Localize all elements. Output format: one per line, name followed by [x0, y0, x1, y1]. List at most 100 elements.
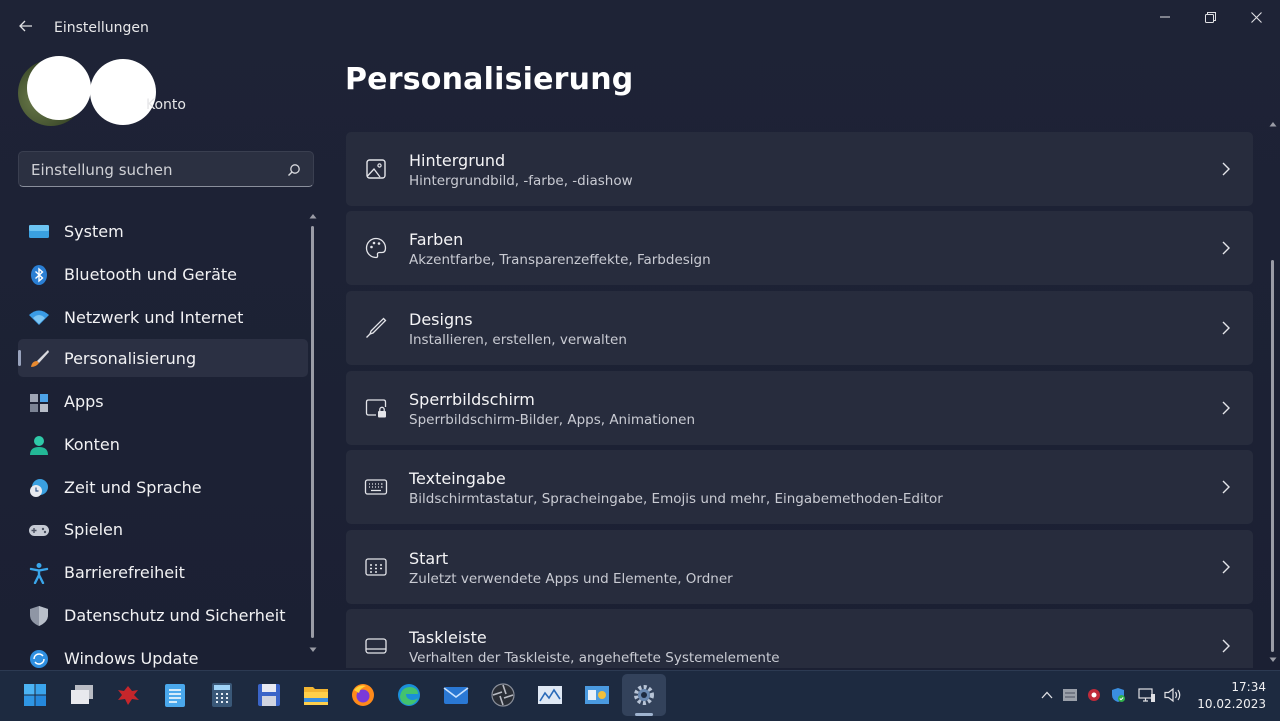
card-designs[interactable]: Designs Installieren, erstellen, verwalt… — [346, 291, 1253, 365]
active-indicator — [18, 350, 21, 366]
scroll-down-icon[interactable] — [309, 646, 317, 654]
sidebar-item-windows-update[interactable]: Windows Update — [18, 639, 308, 670]
tray-app-1[interactable] — [1060, 685, 1080, 705]
restore-button[interactable] — [1187, 2, 1233, 32]
scroll-up-icon[interactable] — [1269, 120, 1277, 128]
taskbar-file-explorer[interactable] — [302, 681, 330, 709]
card-background[interactable]: Hintergrund Hintergrundbild, -farbe, -di… — [346, 132, 1253, 206]
mail-icon — [443, 687, 469, 704]
sidebar-item-label: Datenschutz und Sicherheit — [64, 606, 286, 625]
taskbar-clock[interactable]: 17:34 10.02.2023 — [1196, 679, 1266, 713]
sidebar-item-personalization[interactable]: Personalisierung — [18, 339, 308, 377]
sidebar-item-label: System — [64, 222, 124, 241]
arrow-left-icon — [19, 20, 32, 32]
accessibility-icon — [29, 563, 49, 584]
card-subtitle: Akzentfarbe, Transparenzeffekte, Farbdes… — [409, 252, 711, 268]
apps-icon — [30, 394, 48, 412]
taskbar-app-4[interactable] — [583, 681, 611, 709]
taskbar-notepad[interactable] — [161, 681, 189, 709]
sidebar-item-apps[interactable]: Apps — [18, 382, 308, 420]
sidebar-item-privacy[interactable]: Datenschutz und Sicherheit — [18, 596, 308, 634]
taskbar-settings[interactable] — [630, 681, 658, 709]
tray-volume[interactable] — [1163, 685, 1183, 705]
taskbar-edge[interactable] — [395, 681, 423, 709]
sidebar-item-label: Windows Update — [64, 649, 199, 668]
search-icon[interactable] — [287, 163, 301, 177]
lock-screen-icon — [365, 399, 387, 418]
minimize-button[interactable] — [1142, 2, 1188, 32]
sidebar-item-label: Zeit und Sprache — [64, 478, 202, 497]
start-button[interactable] — [21, 681, 49, 709]
calculator-icon — [212, 683, 232, 707]
start-icon — [365, 558, 387, 576]
scroll-thumb[interactable] — [1271, 260, 1274, 652]
tray-overflow-button[interactable] — [1037, 685, 1057, 705]
card-subtitle: Verhalten der Taskleiste, angeheftete Sy… — [409, 650, 780, 666]
close-icon — [1250, 11, 1262, 23]
shield-check-icon — [1112, 688, 1125, 702]
sidebar-item-network[interactable]: Netzwerk und Internet — [18, 298, 308, 336]
card-subtitle: Sperrbildschirm-Bilder, Apps, Animatione… — [409, 412, 696, 428]
edge-icon — [398, 684, 420, 706]
red-bug-icon — [118, 686, 139, 705]
palette-icon — [365, 237, 387, 259]
taskbar-app-3[interactable] — [536, 681, 564, 709]
tray-security[interactable] — [1108, 685, 1128, 705]
main-scrollbar[interactable] — [1268, 120, 1278, 668]
search-input[interactable] — [29, 152, 283, 188]
chevron-right-icon — [1222, 639, 1230, 653]
sidebar-item-accounts[interactable]: Konten — [18, 425, 308, 463]
taskbar-app-2[interactable] — [489, 681, 517, 709]
server-icon — [1063, 689, 1077, 701]
task-view-icon — [71, 685, 93, 704]
taskbar-mail[interactable] — [442, 681, 470, 709]
sidebar-scrollbar[interactable] — [309, 212, 317, 660]
scroll-down-icon[interactable] — [1269, 656, 1277, 664]
gear-icon — [634, 685, 654, 705]
chart-window-icon — [538, 686, 562, 704]
sidebar-item-accessibility[interactable]: Barrierefreiheit — [18, 553, 308, 591]
sidebar-item-bluetooth[interactable]: Bluetooth und Geräte — [18, 255, 308, 293]
card-colors[interactable]: Farben Akzentfarbe, Transparenzeffekte, … — [346, 211, 1253, 285]
scroll-thumb[interactable] — [311, 226, 314, 638]
network-icon — [1138, 688, 1155, 702]
card-taskbar[interactable]: Taskleiste Verhalten der Taskleiste, ang… — [346, 609, 1253, 668]
chevron-up-icon — [1041, 691, 1053, 699]
taskbar-firefox[interactable] — [349, 681, 377, 709]
sidebar-nav: System Bluetooth und Geräte Netzwerk und… — [18, 210, 308, 670]
taskbar-save-app[interactable] — [255, 681, 283, 709]
gamepad-icon — [29, 525, 49, 536]
sidebar-item-time-language[interactable]: Zeit und Sprache — [18, 468, 308, 506]
settings-window: Einstellungen Konto System Bluetooth und… — [0, 0, 1280, 670]
sidebar-item-label: Spielen — [64, 520, 124, 539]
card-title: Sperrbildschirm — [409, 390, 535, 409]
update-icon — [30, 650, 48, 668]
taskbar-calculator[interactable] — [208, 681, 236, 709]
folder-icon — [304, 687, 328, 705]
back-button[interactable] — [14, 14, 38, 38]
chevron-right-icon — [1222, 480, 1230, 494]
taskbar-app-1[interactable] — [114, 681, 142, 709]
taskbar-task-view[interactable] — [68, 681, 96, 709]
card-title: Hintergrund — [409, 151, 506, 170]
sidebar-item-gaming[interactable]: Spielen — [18, 510, 308, 548]
monitor-icon — [29, 225, 49, 238]
card-text-input[interactable]: Texteingabe Bildschirmtastatur, Sprachei… — [346, 450, 1253, 524]
sidebar-item-label: Konten — [64, 435, 120, 454]
pen-icon — [366, 317, 387, 338]
title-bar: Einstellungen — [0, 0, 1280, 44]
speaker-icon — [1164, 687, 1181, 703]
sidebar-item-system[interactable]: System — [18, 212, 308, 250]
settings-card-list: Hintergrund Hintergrundbild, -farbe, -di… — [346, 132, 1253, 668]
card-lock-screen[interactable]: Sperrbildschirm Sperrbildschirm-Bilder, … — [346, 371, 1253, 445]
card-start[interactable]: Start Zuletzt verwendete Apps und Elemen… — [346, 530, 1253, 604]
scroll-up-icon[interactable] — [309, 212, 317, 220]
clock-globe-icon — [30, 479, 48, 497]
windows-logo-icon — [24, 684, 46, 706]
tray-network[interactable] — [1137, 685, 1157, 705]
sidebar-item-label: Personalisierung — [64, 349, 197, 368]
close-button[interactable] — [1233, 2, 1279, 32]
firefox-icon — [352, 684, 374, 706]
tray-app-2[interactable] — [1084, 685, 1104, 705]
card-subtitle: Zuletzt verwendete Apps und Elemente, Or… — [409, 571, 733, 587]
